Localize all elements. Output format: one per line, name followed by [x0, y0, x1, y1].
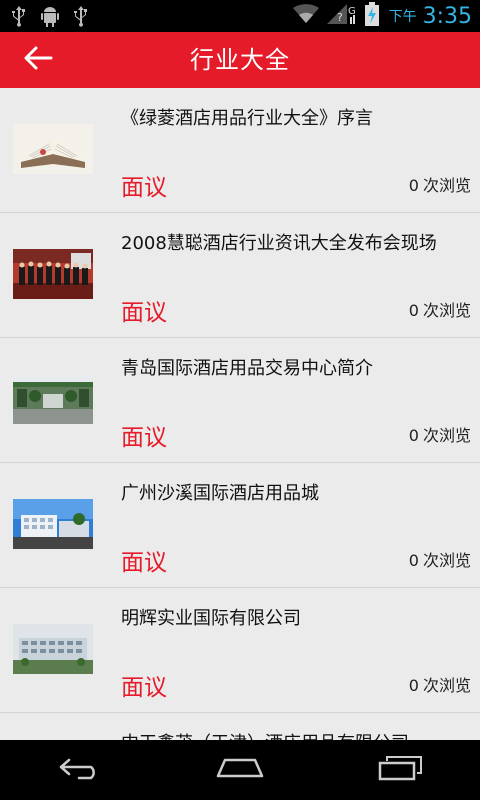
item-title: 中天鑫茂（天津）酒店用品有限公司: [121, 731, 471, 740]
views-label: 次浏览: [422, 676, 471, 695]
views-count: 0: [408, 426, 419, 445]
views-label: 次浏览: [422, 176, 471, 195]
industry-list: 《绿菱酒店用品行业大全》序言 面议 0 次浏览 2008慧聪酒店行业资讯大全发布…: [0, 88, 480, 740]
views-count: 0: [408, 676, 419, 695]
item-title: 明辉实业国际有限公司: [121, 608, 301, 629]
item-views: 0 次浏览: [409, 172, 471, 196]
item-thumbnail: [13, 374, 93, 424]
status-ampm: 下午: [388, 9, 417, 25]
item-price: 面议: [121, 300, 167, 326]
item-title: 2008慧聪酒店行业资讯大全发布会现场: [121, 233, 437, 254]
status-bar: ? G 下午 3:35: [0, 0, 480, 32]
notification-icons: [10, 5, 90, 31]
item-thumbnail: [13, 499, 93, 549]
system-icons: ? G 下午 3:35: [292, 0, 472, 32]
list-item[interactable]: 广州沙溪国际酒店用品城 面议 0 次浏览: [0, 463, 480, 588]
title-bar: 行业大全: [0, 32, 480, 88]
system-nav-bar: [0, 740, 480, 800]
views-count: 0: [408, 176, 419, 195]
item-title: 广州沙溪国际酒店用品城: [121, 483, 319, 504]
views-label: 次浏览: [422, 301, 471, 320]
svg-text:?: ?: [337, 11, 343, 24]
arrow-left-icon: [23, 46, 53, 74]
views-count: 0: [408, 551, 419, 570]
signal-icon: ? G: [325, 3, 359, 29]
android-debug-icon: [40, 5, 60, 31]
item-title: 青岛国际酒店用品交易中心简介: [121, 358, 373, 379]
item-price: 面议: [121, 675, 167, 701]
item-title: 《绿菱酒店用品行业大全》序言: [121, 108, 373, 129]
item-thumbnail: [13, 124, 93, 174]
back-button[interactable]: [14, 40, 62, 80]
back-nav-icon: [57, 756, 103, 784]
item-thumbnail: [13, 624, 93, 674]
status-clock: 3:35: [422, 3, 472, 29]
views-label: 次浏览: [422, 551, 471, 570]
item-views: 0 次浏览: [409, 297, 471, 321]
recent-apps-icon: [377, 755, 423, 785]
usb-icon: [10, 5, 28, 31]
views-count: 0: [408, 301, 419, 320]
battery-charging-icon: [364, 2, 379, 30]
item-views: 0 次浏览: [409, 672, 471, 696]
list-item[interactable]: 青岛国际酒店用品交易中心简介 面议 0 次浏览: [0, 338, 480, 463]
wifi-icon: [292, 4, 319, 28]
list-item[interactable]: 2008慧聪酒店行业资讯大全发布会现场 面议 0 次浏览: [0, 213, 480, 338]
nav-home-button[interactable]: [200, 740, 280, 800]
item-thumbnail: [13, 249, 93, 299]
home-nav-icon: [215, 756, 265, 784]
list-item[interactable]: 《绿菱酒店用品行业大全》序言 面议 0 次浏览: [0, 88, 480, 213]
nav-recent-apps-button[interactable]: [360, 740, 440, 800]
item-price: 面议: [121, 425, 167, 451]
page-title: 行业大全: [190, 46, 290, 74]
item-views: 0 次浏览: [409, 547, 471, 571]
item-views: 0 次浏览: [409, 422, 471, 446]
views-label: 次浏览: [422, 426, 471, 445]
nav-back-button[interactable]: [40, 740, 120, 800]
item-price: 面议: [121, 175, 167, 201]
usb-icon: [72, 5, 90, 31]
item-price: 面议: [121, 550, 167, 576]
list-item[interactable]: 中天鑫茂（天津）酒店用品有限公司 面议 0次浏览: [0, 713, 480, 740]
list-item[interactable]: 明辉实业国际有限公司 面议 0 次浏览: [0, 588, 480, 713]
